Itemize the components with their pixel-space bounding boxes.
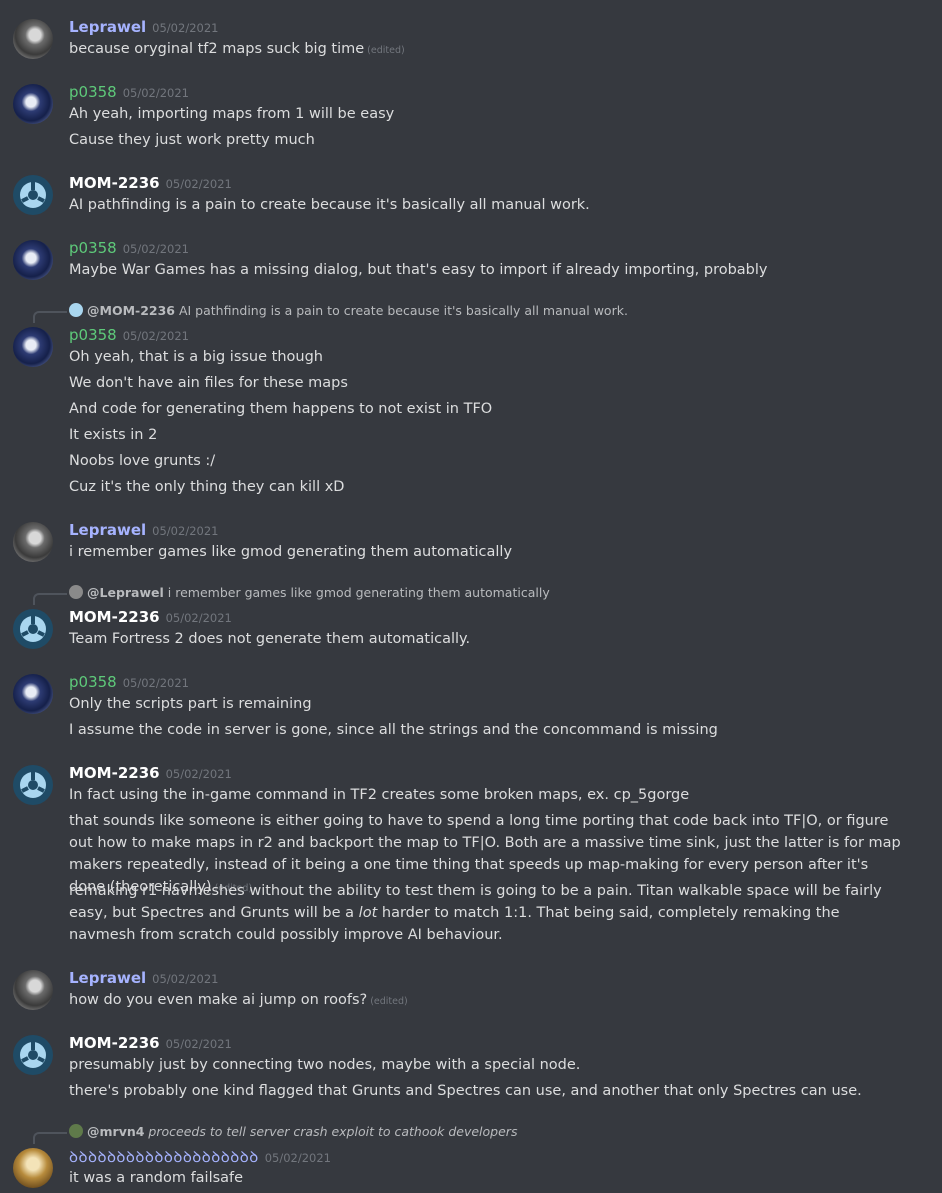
reply-text: i remember games like gmod generating th… (167, 585, 550, 600)
mom-logo-icon (20, 182, 46, 208)
timestamp: 05/02/2021 (152, 21, 219, 35)
leprawel-avatar[interactable] (13, 19, 53, 59)
message-text: it was a random failsafe (69, 1170, 244, 1186)
timestamp: 05/02/2021 (152, 524, 219, 538)
reply-author[interactable]: @Leprawel (87, 585, 164, 600)
p0358-avatar[interactable] (13, 240, 53, 280)
edited-label: (edited) (370, 996, 408, 1007)
message-text: Cuz it's the only thing they can kill xD (69, 479, 345, 495)
reply-mom-avatar (69, 303, 83, 317)
mom-avatar[interactable] (13, 765, 53, 805)
timestamp: 05/02/2021 (165, 767, 232, 781)
reply-preview[interactable]: @Leprawel i remember games like gmod gen… (69, 585, 550, 600)
emphasis-text: lot (358, 905, 378, 921)
author-name[interactable]: MOM-2236 (69, 1034, 160, 1052)
reply-author[interactable]: @MOM-2236 (87, 303, 175, 318)
reply-author[interactable]: @mrvn4 (87, 1124, 144, 1139)
mom-avatar[interactable] (13, 609, 53, 649)
message-text: And code for generating them happens to … (69, 401, 493, 417)
reply-text: proceeds to tell server crash exploit to… (148, 1124, 518, 1139)
message-text: AI pathfinding is a pain to create becau… (69, 197, 590, 213)
reply-preview[interactable]: @MOM-2236 AI pathfinding is a pain to cr… (69, 303, 628, 318)
message-text: because oryginal tf2 maps suck big time (69, 41, 365, 57)
p0358-avatar[interactable] (13, 327, 53, 367)
timestamp: 05/02/2021 (165, 177, 232, 191)
mom-logo-icon (20, 772, 46, 798)
message-text: Cause they just work pretty much (69, 132, 315, 148)
message-text: We don't have ain files for these maps (69, 375, 348, 391)
author-name[interactable]: MOM-2236 (69, 174, 160, 192)
author-name[interactable]: p0358 (69, 83, 117, 101)
author-name[interactable]: MOM-2236 (69, 764, 160, 782)
edited-label: (edited) (367, 45, 405, 56)
author-name[interactable]: p0358 (69, 326, 117, 344)
reply-text: AI pathfinding is a pain to create becau… (178, 303, 628, 318)
message-text: Ah yeah, importing maps from 1 will be e… (69, 106, 395, 122)
message-text: Only the scripts part is remaining (69, 696, 312, 712)
p0358-avatar[interactable] (13, 674, 53, 714)
timestamp: 05/02/2021 (122, 329, 189, 343)
author-name[interactable]: Leprawel (69, 18, 146, 36)
timestamp: 05/02/2021 (165, 1037, 232, 1051)
message-text: there's probably one kind flagged that G… (69, 1083, 862, 1099)
message-text: Team Fortress 2 does not generate them a… (69, 631, 471, 647)
timestamp: 05/02/2021 (152, 972, 219, 986)
mystery-avatar[interactable] (13, 1148, 53, 1188)
mom-logo-icon (20, 616, 46, 642)
reply-mrvn4-avatar (69, 1124, 83, 1138)
timestamp: 05/02/2021 (165, 611, 232, 625)
reply-leprawel-avatar (69, 585, 83, 599)
mom-logo-icon (20, 1042, 46, 1068)
reply-spine (33, 1132, 67, 1144)
author-name[interactable]: p0358 (69, 239, 117, 257)
mom-avatar[interactable] (13, 1035, 53, 1075)
reply-spine (33, 593, 67, 605)
message-text: I assume the code in server is gone, sin… (69, 722, 718, 738)
reply-spine (33, 311, 67, 323)
message-text: Noobs love grunts :/ (69, 453, 216, 469)
leprawel-avatar[interactable] (13, 522, 53, 562)
message-text: It exists in 2 (69, 427, 158, 443)
message-text: Oh yeah, that is a big issue though (69, 349, 323, 365)
reply-preview[interactable]: @mrvn4 proceeds to tell server crash exp… (69, 1124, 517, 1139)
timestamp: 05/02/2021 (122, 676, 189, 690)
message-text: In fact using the in-game command in TF2… (69, 787, 690, 803)
author-name[interactable]: ꝺꝺꝺꝺꝺꝺꝺꝺꝺꝺꝺꝺꝺꝺꝺꝺꝺꝺꝺꝺ (69, 1148, 259, 1166)
timestamp: 05/02/2021 (122, 242, 189, 256)
author-name[interactable]: Leprawel (69, 969, 146, 987)
mom-avatar[interactable] (13, 175, 53, 215)
author-name[interactable]: p0358 (69, 673, 117, 691)
message-text: presumably just by connecting two nodes,… (69, 1057, 581, 1073)
p0358-avatar[interactable] (13, 84, 53, 124)
timestamp: 05/02/2021 (264, 1151, 331, 1165)
message-text: how do you even make ai jump on roofs? (69, 992, 368, 1008)
author-name[interactable]: MOM-2236 (69, 608, 160, 626)
message-text: Maybe War Games has a missing dialog, bu… (69, 262, 768, 278)
leprawel-avatar[interactable] (13, 970, 53, 1010)
timestamp: 05/02/2021 (122, 86, 189, 100)
author-name[interactable]: Leprawel (69, 521, 146, 539)
message-text: i remember games like gmod generating th… (69, 544, 513, 560)
